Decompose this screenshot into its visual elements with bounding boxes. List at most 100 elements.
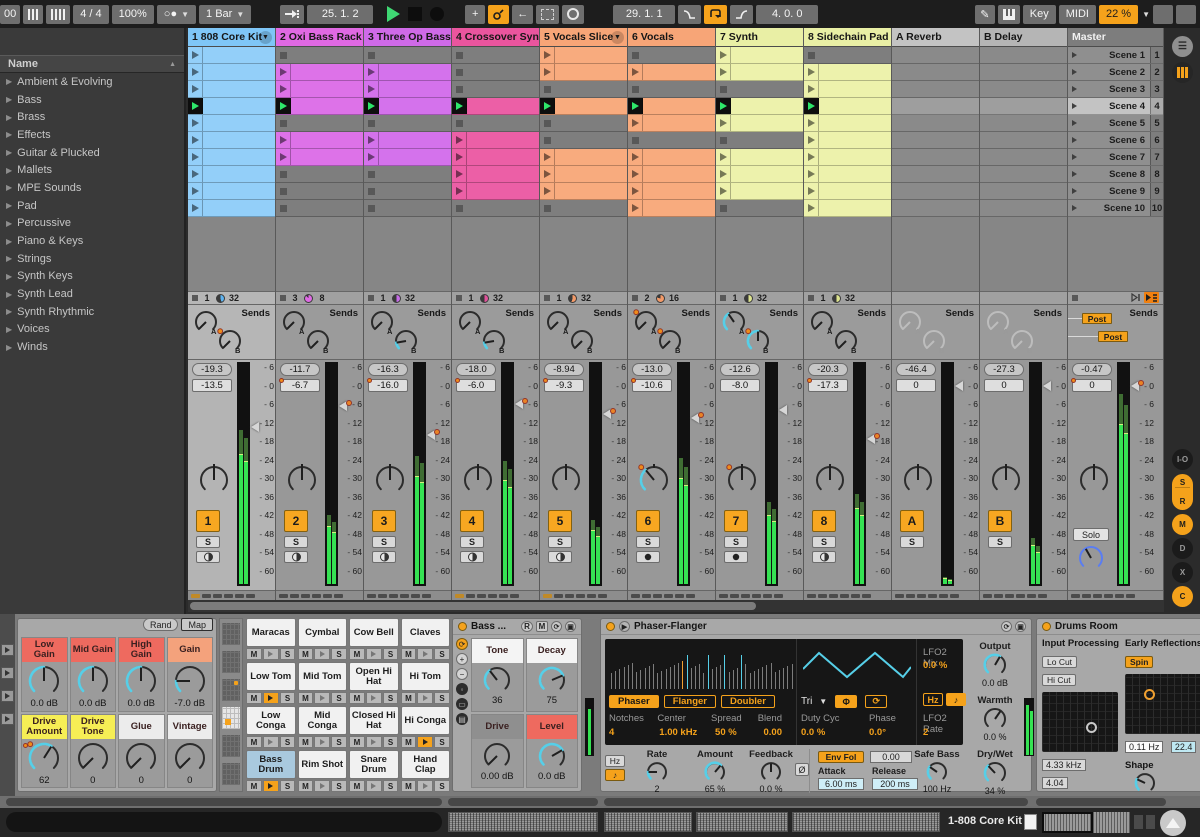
clip-slot[interactable]	[188, 166, 275, 183]
clip-launch-button[interactable]	[716, 166, 731, 182]
freq-field[interactable]: 4.33 kHz	[1042, 759, 1086, 771]
pan-knob[interactable]	[374, 464, 406, 496]
clip-slot[interactable]	[804, 115, 891, 132]
clip-slot-empty[interactable]	[452, 115, 539, 132]
clip-slot-empty[interactable]	[276, 183, 363, 200]
drum-pad-name[interactable]: Closed Hi Hat	[349, 706, 399, 735]
clip-slot-empty[interactable]	[716, 81, 803, 98]
map-button[interactable]: Map	[181, 618, 213, 631]
clip-slot-empty[interactable]	[364, 183, 451, 200]
drum-pad[interactable]: CymbalMS	[298, 618, 348, 660]
clip-launch-button[interactable]	[540, 166, 555, 182]
device-param[interactable]: Drive0.00 dB	[471, 714, 524, 788]
track-header[interactable]: 2 Oxi Bass Rack	[276, 28, 363, 47]
drum-pad-name[interactable]: Bass Drum	[246, 750, 296, 779]
pad-solo-button[interactable]: S	[331, 780, 347, 792]
clip-overview-thumb[interactable]	[792, 812, 940, 832]
clip-slot-playing[interactable]	[804, 98, 891, 115]
macro-knob[interactable]	[76, 664, 110, 698]
clip-launch-button[interactable]	[188, 149, 203, 165]
clip-slot-empty[interactable]	[540, 115, 627, 132]
solo-button[interactable]: S	[988, 536, 1012, 548]
stop-all-icon[interactable]	[544, 295, 550, 301]
solo-button[interactable]: S	[196, 536, 220, 548]
track-header[interactable]: 3 Three Op Bass	[364, 28, 451, 47]
clip-launch-button[interactable]	[276, 132, 291, 148]
clip-slot[interactable]	[628, 115, 715, 132]
send-b-knob[interactable]: B	[569, 328, 595, 354]
scene-row[interactable]: Scene 44	[1068, 98, 1163, 115]
device-param[interactable]: Tone36	[471, 638, 524, 712]
track-header[interactable]: 7 Synth	[716, 28, 803, 47]
drum-rack-pad-overview[interactable]	[219, 618, 243, 792]
drum-pad[interactable]: Hi TomMS	[401, 662, 451, 704]
expand-arrow-icon[interactable]: ▶	[6, 148, 12, 157]
clip-slot-empty[interactable]	[276, 200, 363, 217]
tempo-field[interactable]: 00	[0, 5, 20, 24]
mode-phaser-button[interactable]: Phaser	[609, 695, 659, 708]
clip-slot[interactable]	[540, 183, 627, 200]
pad-bank-block[interactable]	[222, 623, 240, 645]
drum-pad[interactable]: Bass DrumMS	[246, 750, 296, 792]
expand-arrow-icon[interactable]: ▶	[6, 95, 12, 104]
drum-pad[interactable]: Rim ShotMS	[298, 750, 348, 792]
clip-launch-button[interactable]	[804, 166, 819, 182]
clip-slot[interactable]	[364, 81, 451, 98]
clip-slot[interactable]	[188, 64, 275, 81]
browser-item[interactable]: ▶Winds	[0, 338, 184, 356]
back-arrow-button[interactable]: ←	[512, 5, 533, 24]
stop-all-icon[interactable]	[280, 295, 286, 301]
pad-play-button[interactable]	[417, 780, 433, 792]
arm-button[interactable]	[636, 551, 660, 563]
clip-stop-icon[interactable]	[368, 52, 375, 59]
clip-slot[interactable]	[276, 81, 363, 98]
chain-select-button[interactable]	[1, 713, 14, 725]
param-knob[interactable]	[537, 665, 567, 695]
volume-field[interactable]: -6.0	[456, 379, 496, 392]
solo-button[interactable]: S	[724, 536, 748, 548]
volume-field[interactable]: 0	[896, 379, 936, 392]
clip-stop-icon[interactable]	[368, 188, 375, 195]
rate-hz-button[interactable]: Hz	[605, 755, 625, 767]
clip-launch-button[interactable]	[452, 132, 467, 148]
envelope-follower-button[interactable]: Env Fol	[818, 751, 864, 763]
macro-knob[interactable]	[27, 664, 61, 698]
early-reflections-display[interactable]	[1125, 674, 1200, 734]
clip-launch-button[interactable]	[188, 183, 203, 199]
stop-all-icon[interactable]	[808, 295, 814, 301]
scene-row[interactable]: Scene 99	[1068, 183, 1163, 200]
scene-row[interactable]: Scene 11	[1068, 47, 1163, 64]
loop-button[interactable]	[704, 5, 727, 24]
pad-solo-button[interactable]: S	[280, 736, 296, 748]
clip-launch-button[interactable]	[188, 132, 203, 148]
overview-stripes-icon[interactable]	[1172, 62, 1193, 83]
output-knob[interactable]	[982, 652, 1008, 678]
drum-pad[interactable]: MaracasMS	[246, 618, 296, 660]
drum-pad-name[interactable]: Hand Clap	[401, 750, 451, 779]
pad-bank-block[interactable]	[222, 763, 240, 785]
clip-slot[interactable]	[540, 149, 627, 166]
clip-stop-icon[interactable]	[368, 120, 375, 127]
browser-item[interactable]: ▶Effects	[0, 126, 184, 144]
clip-launch-button[interactable]	[452, 166, 467, 182]
track-header[interactable]: 5 Vocals Slice▼	[540, 28, 627, 47]
clip-launch-button[interactable]	[188, 64, 203, 80]
clip-slot-empty[interactable]	[716, 200, 803, 217]
macro-knob[interactable]	[76, 741, 110, 775]
clip-slot-playing[interactable]	[716, 98, 803, 115]
pad-play-button[interactable]	[366, 736, 382, 748]
pad-play-button[interactable]	[314, 692, 330, 704]
clip-stop-icon[interactable]	[544, 137, 551, 144]
macro-knob[interactable]	[124, 741, 158, 775]
clip-slot[interactable]	[540, 166, 627, 183]
clip-launch-button[interactable]	[276, 81, 291, 97]
clip-slot-empty[interactable]	[452, 64, 539, 81]
clip-launch-button[interactable]	[188, 98, 203, 114]
drum-pad[interactable]: Snare DrumMS	[349, 750, 399, 792]
volume-field[interactable]: 0	[1072, 379, 1112, 392]
pad-solo-button[interactable]: S	[383, 648, 399, 660]
drum-pad-name[interactable]: Mid Tom	[298, 662, 348, 691]
clip-slot-empty[interactable]	[452, 47, 539, 64]
rate-knob[interactable]	[645, 760, 669, 784]
scene-row[interactable]: Scene 66	[1068, 132, 1163, 149]
